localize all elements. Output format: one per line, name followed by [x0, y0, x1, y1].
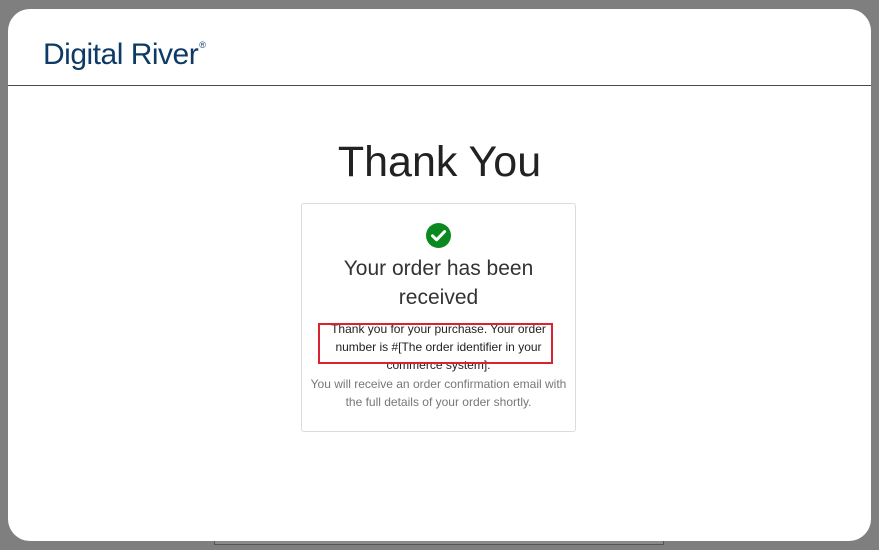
digital-river-logo: Digital River® — [43, 27, 206, 73]
registered-mark: ® — [199, 40, 206, 50]
page-title: Thank You — [337, 138, 542, 186]
confirmation-email-note: You will receive an order confirmation e… — [310, 377, 567, 409]
check-circle-icon — [426, 223, 451, 248]
modal-header: Digital River® — [8, 9, 871, 86]
logo-text: Digital River — [43, 38, 199, 71]
order-number-message: Thank you for your purchase. Your order … — [331, 322, 546, 372]
order-confirmation-card: Your order has been received Thank you f… — [301, 203, 576, 432]
order-received-heading: Your order has been received — [343, 257, 534, 309]
confirmation-modal: Digital River® Thank You Your order has … — [8, 9, 871, 541]
